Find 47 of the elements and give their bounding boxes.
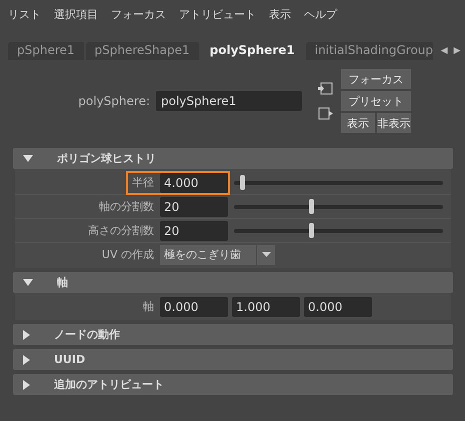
section-header[interactable]: UUID xyxy=(13,349,453,370)
attribute-label: UV の作成 xyxy=(100,247,155,262)
expand-icon[interactable] xyxy=(23,354,30,364)
collapse-icon[interactable] xyxy=(23,155,33,162)
attribute-label: 軸の分割数 xyxy=(99,199,155,214)
node-button[interactable]: 表示 xyxy=(341,113,375,133)
value-field[interactable]: 0.000 xyxy=(304,296,372,316)
tab[interactable]: pSphere1 xyxy=(8,42,86,60)
output-connection-icon[interactable] xyxy=(318,107,333,120)
expand-icon[interactable] xyxy=(23,330,30,340)
attribute-label: 半径 xyxy=(132,175,155,190)
node-button[interactable]: プリセット xyxy=(341,91,411,111)
dropdown[interactable]: 極をのこぎり歯 xyxy=(160,244,256,264)
menu-item[interactable]: ヘルプ xyxy=(304,6,337,22)
menu-item[interactable]: リスト xyxy=(8,6,41,22)
slider-handle[interactable] xyxy=(309,199,314,214)
scroll-right-icon[interactable]: ▶ xyxy=(454,46,461,56)
value-field[interactable]: 1.000 xyxy=(232,296,300,316)
node-label: polySphere: xyxy=(77,94,151,108)
menu-item[interactable]: アトリビュート xyxy=(179,6,256,22)
tab[interactable]: initialShadingGroup xyxy=(306,42,435,60)
section-header[interactable]: 追加のアトリビュート xyxy=(13,374,453,395)
section-header[interactable]: 軸 xyxy=(13,272,453,293)
attribute-label: 高さの分割数 xyxy=(88,223,155,238)
attribute-label: 軸 xyxy=(142,299,155,314)
slider[interactable] xyxy=(234,175,443,190)
menu-item[interactable]: 表示 xyxy=(269,6,291,22)
section-header[interactable]: ポリゴン球ヒストリ xyxy=(13,148,453,169)
menu-item[interactable]: 選択項目 xyxy=(54,6,98,22)
menu-item[interactable]: フォーカス xyxy=(111,6,166,22)
value-field[interactable]: 20 xyxy=(160,196,228,216)
value-field[interactable]: 20 xyxy=(160,220,228,240)
value-field[interactable]: 0.000 xyxy=(160,296,228,316)
slider-handle[interactable] xyxy=(240,175,246,190)
value-field[interactable]: 4.000 xyxy=(160,172,228,192)
node-button[interactable]: フォーカス xyxy=(341,69,411,89)
scroll-left-icon[interactable]: ◀ xyxy=(440,46,448,56)
section-header[interactable]: ノードの動作 xyxy=(13,324,453,345)
collapse-icon[interactable] xyxy=(23,279,33,286)
node-button[interactable]: 非表示 xyxy=(377,113,411,133)
input-connection-icon[interactable] xyxy=(318,82,333,95)
expand-icon[interactable] xyxy=(23,380,30,390)
slider[interactable] xyxy=(234,223,443,238)
tab[interactable]: pSphereShape1 xyxy=(86,42,201,60)
slider[interactable] xyxy=(234,199,443,214)
slider-handle[interactable] xyxy=(309,223,314,238)
node-name-field[interactable]: polySphere1 xyxy=(156,91,302,111)
